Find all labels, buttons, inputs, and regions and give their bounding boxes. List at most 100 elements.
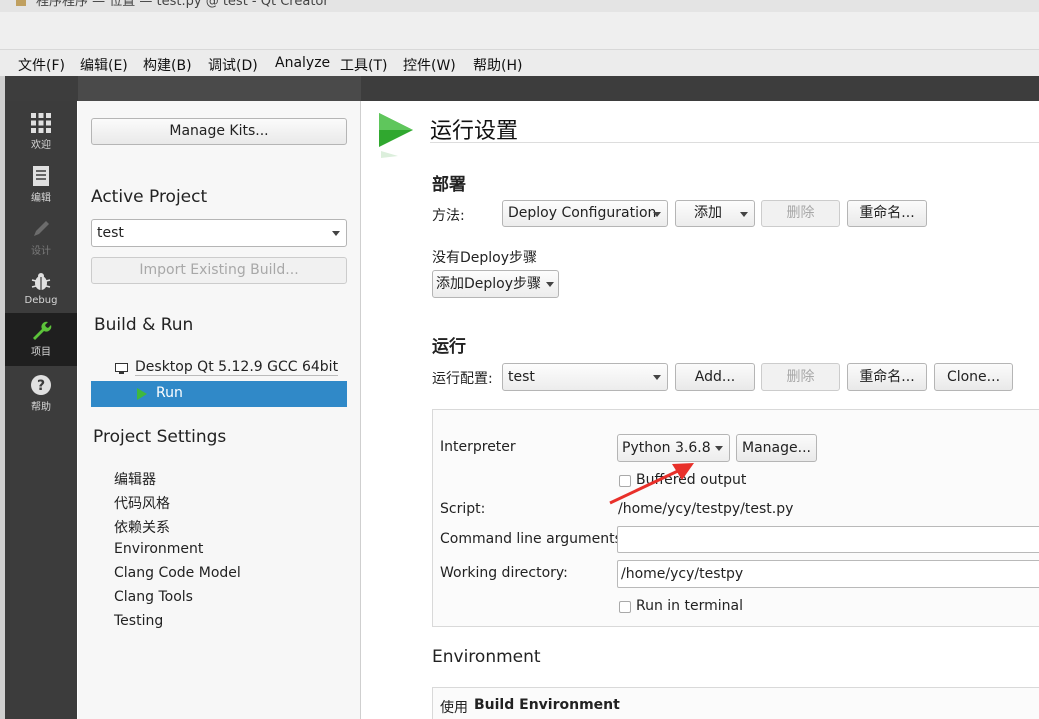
- script-label: Script:: [440, 501, 486, 517]
- run-in-terminal-label: Run in terminal: [636, 598, 743, 614]
- window-titlebar: 程序程序 — 位置 — test.py @ test - Qt Creator: [0, 0, 1039, 12]
- mode-welcome[interactable]: 欢迎: [5, 106, 77, 159]
- document-icon: [33, 166, 49, 186]
- run-heading: 运行: [432, 337, 466, 357]
- workdir-label: Working directory:: [440, 565, 568, 581]
- interpreter-manage-button[interactable]: Manage...: [736, 434, 817, 462]
- interpreter-value: Python 3.6.8: [622, 440, 711, 456]
- help-icon: ?: [31, 375, 51, 395]
- monitor-icon: [115, 363, 128, 374]
- chevron-down-icon: [740, 211, 748, 217]
- play-icon: [137, 388, 147, 400]
- menu-widgets[interactable]: 控件(W): [403, 55, 456, 75]
- use-environment-value: Build Environment: [474, 697, 620, 713]
- run-config-value: test: [508, 369, 535, 385]
- run-details-box: Interpreter Python 3.6.8 Manage... Buffe…: [432, 409, 1039, 627]
- svg-text:?: ?: [37, 378, 45, 394]
- run-in-terminal-checkbox[interactable]: [619, 601, 631, 613]
- title-divider: [430, 142, 1039, 143]
- import-existing-build-button: Import Existing Build...: [91, 257, 347, 284]
- grid-icon: [31, 113, 51, 133]
- toolbar-area: [0, 12, 1039, 50]
- chevron-down-icon: [715, 446, 723, 451]
- bug-icon: [31, 273, 51, 290]
- mode-bar: 欢迎 编辑 设计 Debug 项目 ? 帮助: [5, 101, 77, 719]
- mode-projects-label: 项目: [31, 347, 51, 358]
- menu-debug[interactable]: 调试(D): [208, 55, 258, 75]
- deploy-remove-button: 删除: [761, 200, 840, 227]
- mode-edit-label: 编辑: [31, 193, 51, 204]
- manage-kits-button[interactable]: Manage Kits...: [91, 118, 347, 145]
- run-config-combo[interactable]: test: [502, 363, 668, 391]
- workdir-input[interactable]: /home/ycy/testpy: [617, 560, 1039, 588]
- wrench-icon: [33, 321, 52, 340]
- page-title: 运行设置: [430, 119, 519, 144]
- mode-debug[interactable]: Debug: [5, 265, 77, 318]
- run-clone-button[interactable]: Clone...: [934, 363, 1013, 391]
- use-environment-prefix: 使用: [440, 700, 468, 716]
- active-project-combo[interactable]: test: [91, 219, 347, 247]
- settings-item-clang-tools[interactable]: Clang Tools: [114, 589, 193, 605]
- menu-tools[interactable]: 工具(T): [340, 55, 387, 75]
- chevron-down-icon: [332, 231, 340, 236]
- mode-help[interactable]: ? 帮助: [5, 368, 77, 421]
- mode-projects[interactable]: 项目: [5, 313, 77, 366]
- kit-name: Desktop Qt 5.12.9 GCC 64bit: [135, 359, 339, 376]
- run-settings-panel: 运行设置 部署 方法: Deploy Configuration 添加 删除 重…: [362, 101, 1039, 719]
- kit-row[interactable]: Desktop Qt 5.12.9 GCC 64bit: [91, 355, 347, 380]
- menu-analyze[interactable]: Analyze: [275, 55, 330, 71]
- settings-item-editor[interactable]: 编辑器: [114, 469, 156, 489]
- app-icon: [16, 0, 26, 6]
- deploy-heading: 部署: [432, 175, 466, 195]
- deploy-add-button[interactable]: 添加: [675, 200, 755, 227]
- environment-box: 使用 Build Environment: [432, 687, 1039, 719]
- menu-build[interactable]: 构建(B): [143, 55, 192, 75]
- deploy-config-value: Deploy Configuration: [508, 205, 657, 221]
- args-label: Command line arguments:: [440, 531, 627, 547]
- add-deploy-step-button[interactable]: 添加Deploy步骤: [432, 270, 559, 298]
- mode-debug-label: Debug: [24, 295, 58, 306]
- menu-help[interactable]: 帮助(H): [473, 55, 522, 75]
- run-config-label: 运行配置:: [432, 371, 493, 387]
- mode-help-label: 帮助: [31, 402, 51, 413]
- annotation-arrow-icon: [609, 463, 694, 505]
- run-item-label: Run: [156, 385, 183, 401]
- mode-design-label: 设计: [31, 246, 51, 257]
- pencil-icon: [34, 221, 49, 236]
- no-deploy-steps-text: 没有Deploy步骤: [432, 250, 538, 266]
- environment-heading: Environment: [432, 647, 541, 667]
- mode-welcome-label: 欢迎: [31, 140, 51, 151]
- run-settings-icon: [379, 113, 413, 158]
- chevron-down-icon: [653, 211, 661, 217]
- build-run-heading: Build & Run: [94, 315, 194, 335]
- deploy-method-label: 方法:: [432, 208, 465, 224]
- active-project-value: test: [97, 225, 124, 241]
- chevron-down-icon: [653, 375, 661, 380]
- chevron-down-icon: [546, 282, 554, 287]
- sidebar-header-strip: [78, 76, 361, 101]
- deploy-config-combo[interactable]: Deploy Configuration: [502, 200, 668, 227]
- window-title: 程序程序 — 位置 — test.py @ test - Qt Creator: [36, 0, 329, 9]
- settings-item-code-style[interactable]: 代码风格: [114, 493, 170, 513]
- run-remove-button: 删除: [761, 363, 840, 391]
- menu-bar: 文件(F) 编辑(E) 构建(B) 调试(D) Analyze 工具(T) 控件…: [0, 50, 1039, 76]
- menu-edit[interactable]: 编辑(E): [80, 55, 128, 75]
- args-input[interactable]: [617, 526, 1039, 553]
- add-deploy-step-label: 添加Deploy步骤: [436, 276, 542, 292]
- run-item[interactable]: Run: [91, 381, 347, 407]
- settings-item-dependencies[interactable]: 依赖关系: [114, 517, 170, 537]
- project-settings-heading: Project Settings: [93, 427, 227, 447]
- settings-item-clang-code-model[interactable]: Clang Code Model: [114, 565, 241, 581]
- active-project-heading: Active Project: [91, 187, 208, 207]
- run-rename-button[interactable]: 重命名...: [847, 363, 927, 391]
- deploy-rename-button[interactable]: 重命名...: [847, 200, 927, 227]
- settings-item-testing[interactable]: Testing: [114, 613, 163, 629]
- run-add-button[interactable]: Add...: [675, 363, 755, 391]
- interpreter-label: Interpreter: [440, 439, 516, 455]
- mode-design: 设计: [5, 212, 77, 265]
- settings-item-environment[interactable]: Environment: [114, 541, 203, 557]
- projects-sidebar: Manage Kits... Active Project test Impor…: [78, 101, 361, 719]
- mode-edit[interactable]: 编辑: [5, 159, 77, 212]
- menu-file[interactable]: 文件(F): [18, 55, 65, 75]
- deploy-add-label: 添加: [694, 205, 722, 221]
